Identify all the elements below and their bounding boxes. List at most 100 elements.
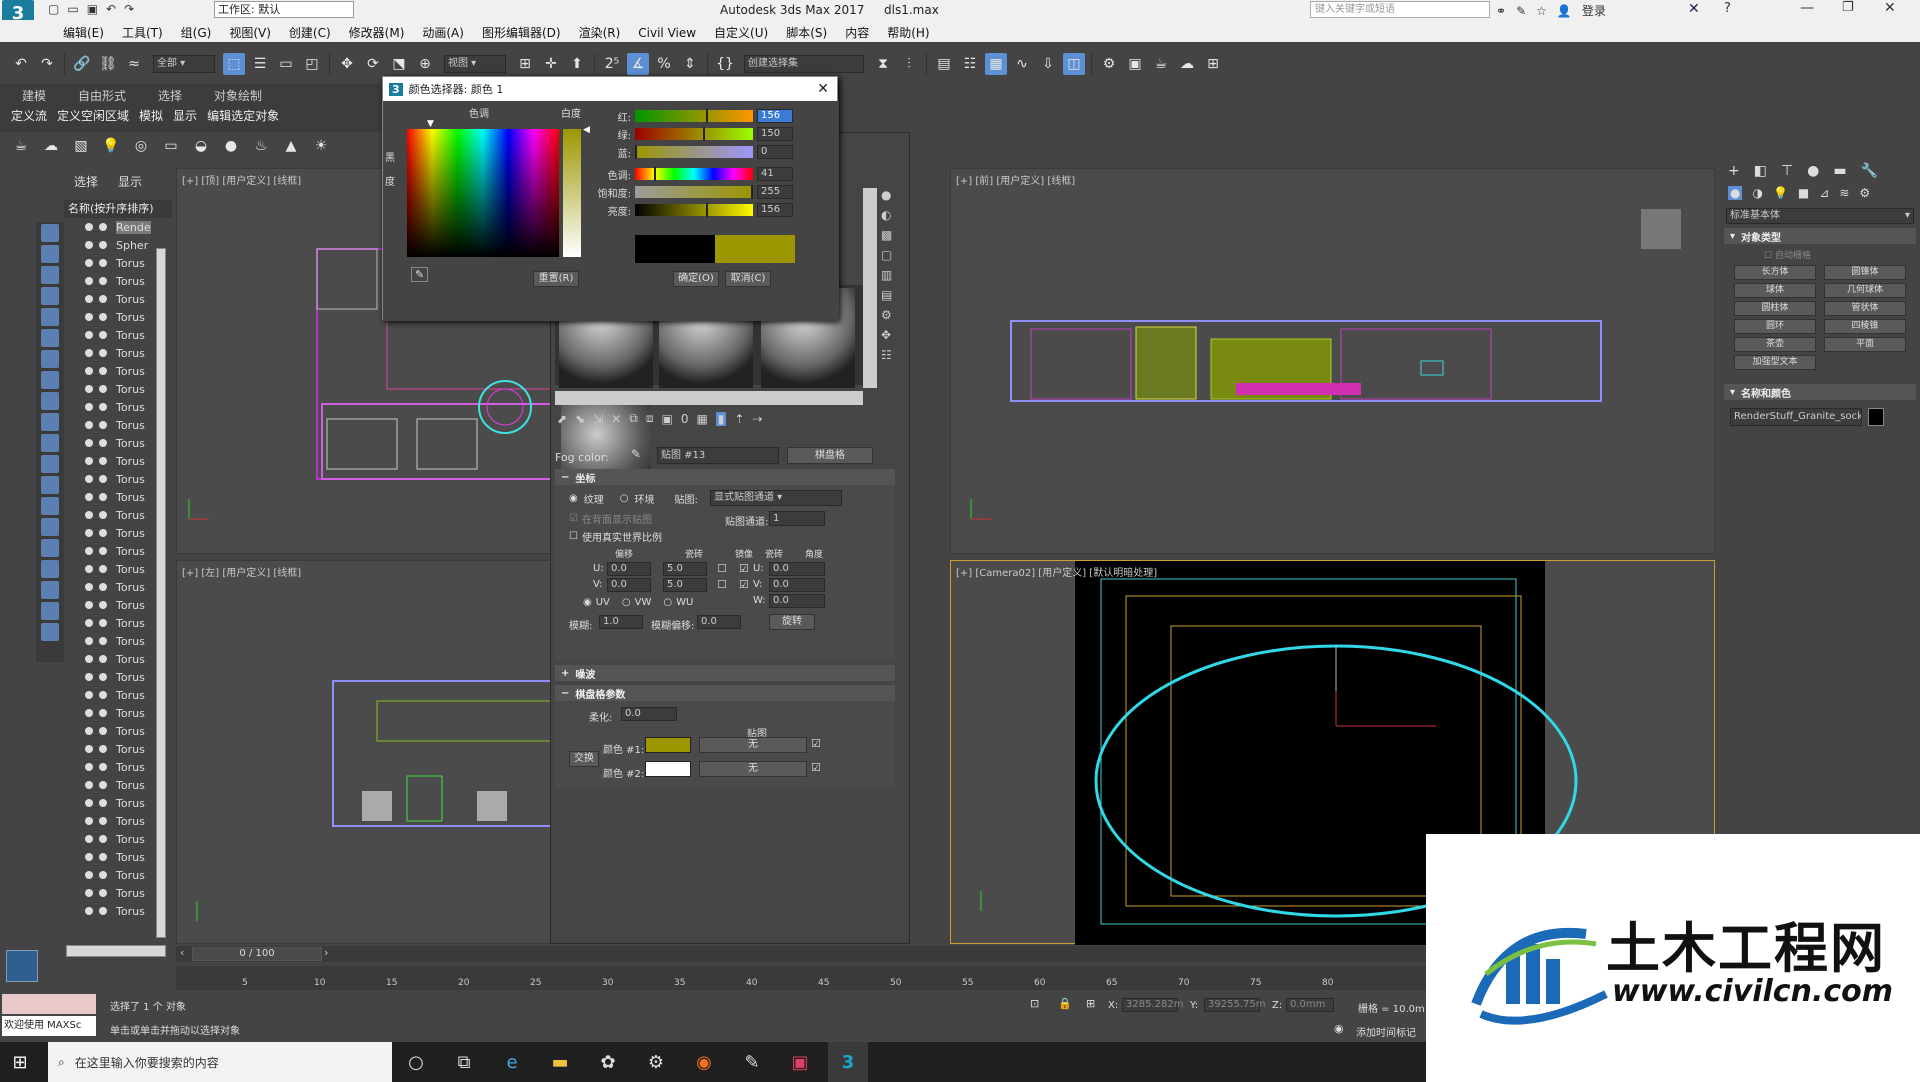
render-toggle-icon[interactable] [99, 817, 107, 825]
map-name-dropdown[interactable]: 贴图 #13 [657, 447, 779, 464]
v-tile-checkbox[interactable]: ☑ [739, 578, 749, 591]
render-toggle-icon[interactable] [99, 709, 107, 717]
texture-radio[interactable]: ◉ [569, 493, 578, 504]
dome-icon[interactable]: ◒ [190, 135, 212, 157]
edit-named-sel-icon[interactable]: {} [714, 53, 736, 75]
viewport-top-label[interactable]: [+] [顶] [用户定义] [线框] [182, 172, 301, 187]
rendered-frame-icon[interactable]: ▣ [1124, 53, 1146, 75]
filter-icon[interactable] [41, 497, 59, 515]
primitive-button[interactable]: 加强型文本 [1734, 355, 1816, 370]
menu-item[interactable]: 脚本(S) [786, 24, 827, 41]
color-picker-close-icon[interactable]: ✕ [817, 81, 829, 97]
eyedropper-icon[interactable]: ✎ [631, 447, 641, 461]
modify-tab-icon[interactable]: ◧ [1754, 163, 1767, 179]
move-icon[interactable]: ✥ [336, 53, 358, 75]
select-by-name-icon[interactable]: ☰ [249, 53, 271, 75]
visibility-eye-icon[interactable] [85, 799, 93, 807]
map-channel-input[interactable]: 1 [769, 511, 825, 526]
display-spacewarps-icon[interactable] [41, 329, 59, 347]
ribbon-subtab[interactable]: 显示 [168, 107, 202, 124]
display-bones-icon[interactable] [41, 392, 59, 410]
lights-icon[interactable]: 💡 [1773, 186, 1788, 200]
select-object-icon[interactable]: ⬚ [223, 53, 245, 75]
visibility-eye-icon[interactable] [85, 601, 93, 609]
render-toggle-icon[interactable] [99, 601, 107, 609]
undo-icon[interactable]: ↶ [106, 2, 116, 16]
visibility-eye-icon[interactable] [85, 259, 93, 267]
place-icon[interactable]: ⊕ [414, 53, 436, 75]
minimize-icon[interactable]: — [1800, 0, 1814, 16]
render-toggle-icon[interactable] [99, 871, 107, 879]
viewport-left[interactable] [176, 560, 558, 944]
user-icon[interactable]: 👤 [1557, 4, 1572, 18]
primitive-button[interactable]: 圆锥体 [1824, 265, 1906, 280]
picker-slider-knob[interactable] [653, 167, 656, 181]
maxscript-listener[interactable] [2, 994, 96, 1014]
menu-item[interactable]: Civil View [638, 26, 696, 40]
absolute-mode-icon[interactable]: ⊞ [1086, 997, 1095, 1010]
app-chat-icon[interactable]: ✿ [588, 1042, 628, 1082]
visibility-eye-icon[interactable] [85, 511, 93, 519]
visibility-eye-icon[interactable] [85, 457, 93, 465]
copy-material-icon[interactable]: ⧉ [629, 411, 638, 426]
named-selection-dropdown[interactable]: 创建选择集 [744, 55, 864, 73]
go-parent-icon[interactable]: ⇡ [734, 412, 744, 426]
motion-tab-icon[interactable]: ● [1807, 163, 1819, 179]
soften-input[interactable]: 0.0 [621, 707, 677, 721]
geometry-icon[interactable]: ● [1728, 186, 1743, 200]
menu-item[interactable]: 修改器(M) [349, 24, 405, 41]
color1-map-checkbox[interactable]: ☑ [811, 737, 821, 750]
visibility-eye-icon[interactable] [85, 871, 93, 879]
visibility-eye-icon[interactable] [85, 853, 93, 861]
tab-select[interactable]: 选择 [74, 173, 98, 190]
ribbon-subtab[interactable]: 模拟 [134, 107, 168, 124]
viewport-camera-label[interactable]: [+] [Camera02] [用户定义] [默认明暗处理] [956, 564, 1157, 579]
region-select-icon[interactable]: ▭ [275, 53, 297, 75]
window-crossing-icon[interactable]: ◰ [301, 53, 323, 75]
render-toggle-icon[interactable] [99, 655, 107, 663]
viewport-front-label[interactable]: [+] [前] [用户定义] [线框] [956, 172, 1075, 187]
v-tiling-input[interactable]: 5.0 [663, 578, 707, 592]
reset-button[interactable]: 重置(R) [533, 271, 579, 287]
menu-item[interactable]: 创建(C) [289, 24, 331, 41]
viewport-front[interactable] [950, 168, 1715, 554]
filter-funnel-icon[interactable] [41, 602, 59, 620]
eyedropper-picker-icon[interactable]: ✎ [411, 267, 429, 282]
menu-item[interactable]: 视图(V) [229, 24, 271, 41]
new-file-icon[interactable]: ▢ [48, 2, 59, 16]
lock-icon[interactable]: 🔒 [1058, 997, 1072, 1010]
menu-item[interactable]: 渲染(R) [579, 24, 621, 41]
search-input[interactable]: 键入关键字或短语 [1310, 1, 1490, 18]
swap-button[interactable]: 交换 [569, 751, 599, 767]
scene-explorer-header[interactable]: 名称(按升序排序) [64, 200, 172, 218]
object-color-swatch[interactable] [1868, 408, 1884, 426]
app-settings-icon[interactable]: ⚙ [636, 1042, 676, 1082]
display-geometry-icon[interactable] [41, 245, 59, 263]
render-toggle-icon[interactable] [99, 223, 107, 231]
uv-radio[interactable]: ◉ [583, 597, 592, 608]
visibility-eye-icon[interactable] [85, 781, 93, 789]
helpers-icon[interactable]: ⊿ [1819, 186, 1829, 200]
close-icon[interactable]: ✕ [1884, 0, 1896, 16]
curve-editor-icon[interactable]: ∿ [1011, 53, 1033, 75]
display-all-icon[interactable] [41, 224, 59, 242]
primitive-button[interactable]: 几何球体 [1824, 283, 1906, 298]
cancel-button[interactable]: 取消(C) [725, 271, 771, 287]
pivot-center-icon[interactable]: ⊞ [514, 53, 536, 75]
menu-item[interactable]: 工具(T) [122, 24, 163, 41]
picker-value-input[interactable]: 0 [757, 145, 793, 159]
render-toggle-icon[interactable] [99, 349, 107, 357]
sample-type-icon[interactable]: ● [881, 188, 892, 202]
picker-value-input[interactable]: 255 [757, 185, 793, 199]
render-toggle-icon[interactable] [99, 691, 107, 699]
track-bar[interactable]: 5 10 15 20 25 30 35 40 45 50 55 60 65 70 75 80 [176, 966, 1426, 990]
scene-scrollbar[interactable] [156, 248, 166, 938]
render-toggle-icon[interactable] [99, 763, 107, 771]
visibility-eye-icon[interactable] [85, 223, 93, 231]
app-media-icon[interactable]: ▣ [780, 1042, 820, 1082]
render-toggle-icon[interactable] [99, 637, 107, 645]
render-toggle-icon[interactable] [99, 421, 107, 429]
render-toggle-icon[interactable] [99, 565, 107, 573]
picker-value-input[interactable]: 156 [757, 109, 793, 123]
put-library-icon[interactable]: ▣ [661, 412, 672, 426]
